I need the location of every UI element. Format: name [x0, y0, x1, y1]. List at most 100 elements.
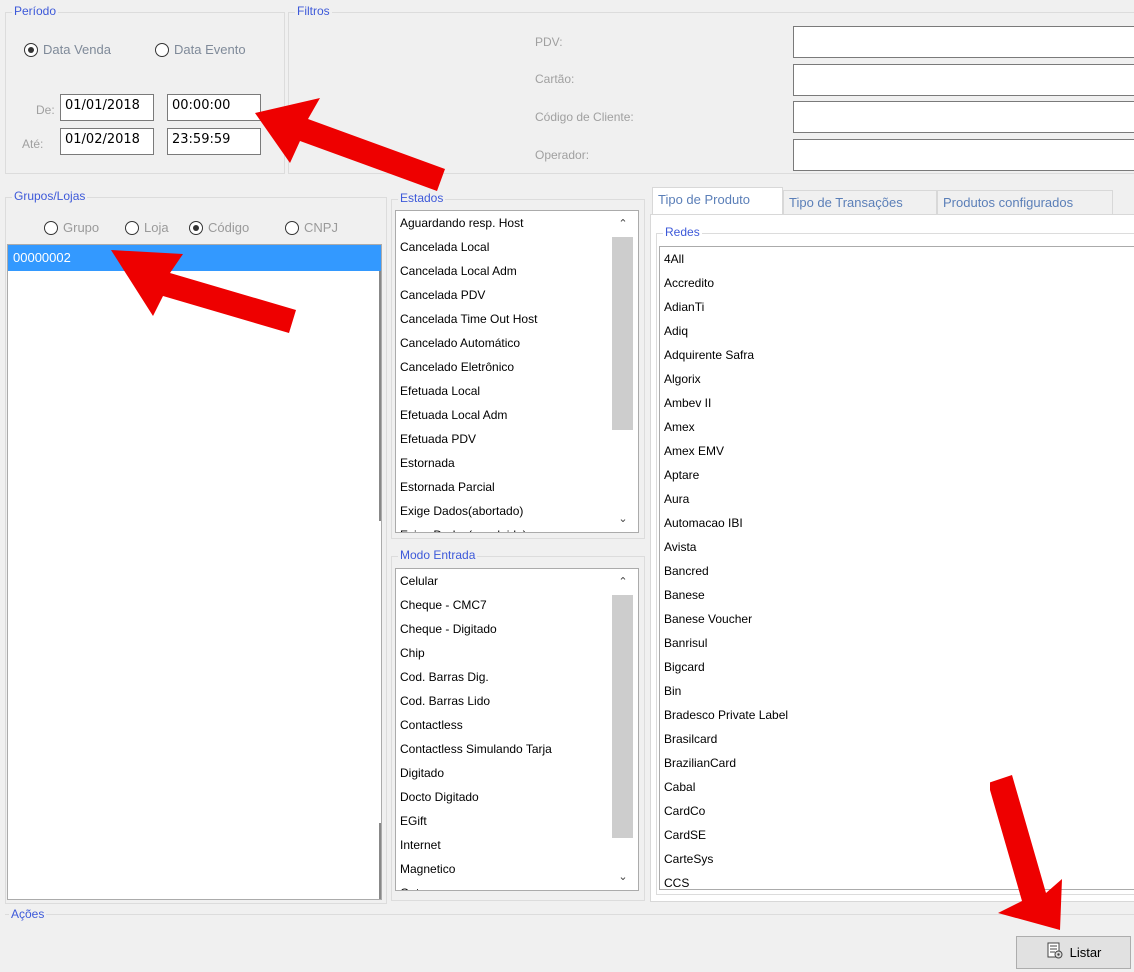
filtros-title: Filtros [295, 4, 332, 18]
list-item[interactable]: Automacao IBI [660, 511, 1134, 535]
radio-cnpj[interactable]: CNPJ [285, 220, 338, 235]
modo-entrada-title: Modo Entrada [398, 548, 478, 562]
list-item[interactable]: Cancelada Local [396, 235, 638, 259]
list-item[interactable]: Bigcard [660, 655, 1134, 679]
pdv-label: PDV: [535, 35, 563, 49]
scroll-thumb[interactable] [612, 237, 633, 430]
radio-circle[interactable] [155, 42, 169, 57]
list-item[interactable]: Cancelada Local Adm [396, 259, 638, 283]
list-item[interactable]: Efetuada Local [396, 379, 638, 403]
radio-label-data-venda: Data Venda [43, 42, 111, 57]
list-item[interactable]: Bradesco Private Label [660, 703, 1134, 727]
report-icon [1046, 942, 1064, 963]
list-item[interactable]: Internet [396, 833, 638, 857]
list-item[interactable]: Banese [660, 583, 1134, 607]
modo-entrada-list[interactable]: Celular Cheque - CMC7 Cheque - Digitado … [395, 568, 639, 891]
list-item[interactable]: Bancred [660, 559, 1134, 583]
radio-loja[interactable]: Loja [125, 220, 169, 235]
list-item[interactable]: Efetuada Local Adm [396, 403, 638, 427]
operador-input[interactable] [793, 139, 1134, 171]
list-item[interactable]: EGift [396, 809, 638, 833]
list-item[interactable]: Cancelado Eletrônico [396, 355, 638, 379]
list-item[interactable]: Efetuada PDV [396, 427, 638, 451]
radio-label-data-evento: Data Evento [174, 42, 246, 57]
scroll-up-icon[interactable]: ⌃ [614, 573, 632, 591]
radio-label-codigo: Código [208, 220, 250, 235]
list-item[interactable]: Bin [660, 679, 1134, 703]
list-item[interactable]: AdianTi [660, 295, 1134, 319]
list-item[interactable]: Amex [660, 415, 1134, 439]
list-item[interactable]: Adiq [660, 319, 1134, 343]
list-item[interactable]: Cod. Barras Lido [396, 689, 638, 713]
tab-tipo-de-produto[interactable]: Tipo de Produto [652, 187, 783, 215]
modo-entrada-items: Celular Cheque - CMC7 Cheque - Digitado … [396, 569, 638, 890]
list-item[interactable]: Banese Voucher [660, 607, 1134, 631]
list-item[interactable]: Cancelada PDV [396, 283, 638, 307]
radio-circle-checked[interactable] [189, 220, 203, 235]
list-item[interactable]: Cod. Barras Dig. [396, 665, 638, 689]
list-item[interactable]: Avista [660, 535, 1134, 559]
list-item[interactable]: Cheque - CMC7 [396, 593, 638, 617]
scroll-thumb[interactable] [612, 595, 633, 838]
list-item[interactable]: Estornada Parcial [396, 475, 638, 499]
tab-produtos-configurados[interactable]: Produtos configurados [937, 190, 1113, 214]
list-item[interactable]: Exige Dados(abortado) [396, 499, 638, 523]
de-time-field[interactable]: 00:00:00 [167, 94, 261, 121]
periodo-title: Período [12, 4, 59, 18]
list-item[interactable]: Magnetico [396, 857, 638, 881]
list-item[interactable]: Amex EMV [660, 439, 1134, 463]
list-scrollbar-edge-bottom [379, 823, 381, 899]
radio-grupo[interactable]: Grupo [44, 220, 99, 235]
radio-circle[interactable] [44, 220, 58, 235]
list-item[interactable]: Chip [396, 641, 638, 665]
ate-time-field[interactable]: 23:59:59 [167, 128, 261, 155]
list-item[interactable]: Docto Digitado [396, 785, 638, 809]
radio-data-evento[interactable]: Data Evento [155, 42, 246, 57]
list-item[interactable]: Contactless [396, 713, 638, 737]
tab-tipo-de-transacoes[interactable]: Tipo de Transações [783, 190, 937, 214]
radio-circle[interactable] [285, 220, 299, 235]
cartao-input[interactable] [793, 64, 1134, 96]
list-item[interactable]: Accredito [660, 271, 1134, 295]
estados-list[interactable]: Aguardando resp. Host Cancelada Local Ca… [395, 210, 639, 533]
ate-date-field[interactable]: 01/02/2018 [60, 128, 154, 155]
codigo-cliente-input[interactable] [793, 101, 1134, 133]
list-item[interactable]: Aura [660, 487, 1134, 511]
modo-entrada-scrollbar[interactable]: ⌃ ⌄ [608, 569, 638, 890]
listar-button[interactable]: Listar [1016, 936, 1131, 969]
de-date-field[interactable]: 01/01/2018 [60, 94, 154, 121]
list-item[interactable]: Estornada [396, 451, 638, 475]
list-item[interactable]: Contactless Simulando Tarja [396, 737, 638, 761]
radio-data-venda[interactable]: Data Venda [24, 42, 111, 57]
ate-label: Até: [22, 137, 44, 151]
list-item[interactable]: Outros [396, 881, 638, 890]
acoes-divider [5, 914, 1134, 915]
list-item[interactable]: Celular [396, 569, 638, 593]
list-item[interactable]: Exige Dados(concluido) [396, 523, 638, 532]
list-item[interactable]: Adquirente Safra [660, 343, 1134, 367]
list-item[interactable]: 4All [660, 247, 1134, 271]
radio-circle-checked[interactable] [24, 42, 38, 57]
scroll-up-icon[interactable]: ⌃ [614, 215, 632, 233]
radio-circle[interactable] [125, 220, 139, 235]
list-item[interactable]: Cancelada Time Out Host [396, 307, 638, 331]
list-item[interactable]: Cheque - Digitado [396, 617, 638, 641]
list-item[interactable]: Cancelado Automático [396, 331, 638, 355]
radio-label-loja: Loja [144, 220, 169, 235]
list-scrollbar-edge [379, 271, 381, 521]
pdv-input[interactable] [793, 26, 1134, 58]
scroll-down-icon[interactable]: ⌄ [614, 510, 632, 528]
listar-label: Listar [1069, 945, 1102, 960]
list-item[interactable]: Brasilcard [660, 727, 1134, 751]
list-item[interactable]: Aptare [660, 463, 1134, 487]
estados-items: Aguardando resp. Host Cancelada Local Ca… [396, 211, 638, 532]
list-item[interactable]: Banrisul [660, 631, 1134, 655]
list-item[interactable]: Ambev II [660, 391, 1134, 415]
list-item[interactable]: Digitado [396, 761, 638, 785]
list-item[interactable]: Aguardando resp. Host [396, 211, 638, 235]
redes-title: Redes [663, 225, 702, 239]
radio-codigo[interactable]: Código [189, 220, 249, 235]
list-item[interactable]: Algorix [660, 367, 1134, 391]
scroll-down-icon[interactable]: ⌄ [614, 868, 632, 886]
estados-scrollbar[interactable]: ⌃ ⌄ [608, 211, 638, 532]
